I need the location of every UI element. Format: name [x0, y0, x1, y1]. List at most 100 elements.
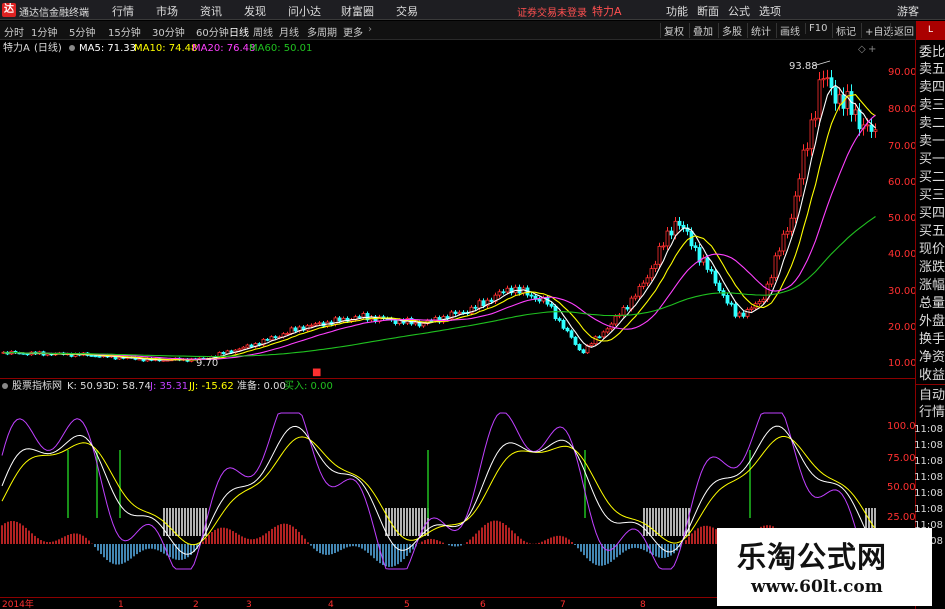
- plus-icon[interactable]: +: [868, 44, 876, 55]
- candle-body: [241, 346, 246, 350]
- period-15min[interactable]: 15分钟: [108, 24, 141, 39]
- candle-body: [393, 319, 398, 324]
- candle-body: [693, 245, 698, 248]
- draw-button[interactable]: 画线: [776, 23, 803, 38]
- x-label-4: 4: [328, 600, 334, 609]
- candle-body: [769, 277, 774, 285]
- level-indicator[interactable]: L: [916, 21, 945, 40]
- mark-button[interactable]: 标记: [832, 23, 859, 38]
- candle-body: [137, 358, 142, 361]
- rp-time: 11:08: [914, 504, 943, 515]
- diamond-icon[interactable]: ◇: [858, 44, 866, 55]
- title-bar: 达 通达信金融终端 行情 市场 资讯 发现 问小达 财富圈 交易 证券交易未登录…: [0, 0, 945, 20]
- candle-body: [757, 301, 762, 305]
- period-30min[interactable]: 30分钟: [152, 24, 185, 39]
- period-1min[interactable]: 1分钟: [31, 24, 57, 39]
- candle-body: [665, 230, 670, 247]
- rp-sell1: 卖一: [919, 134, 945, 149]
- ma10-label: MA10: 74.48: [134, 43, 197, 54]
- candle-body: [677, 220, 682, 226]
- candle-body: [737, 312, 742, 317]
- period-daily[interactable]: 日线: [229, 24, 249, 39]
- candle-body: [221, 352, 226, 355]
- candles: [1, 69, 878, 363]
- rp-auto[interactable]: 自动: [919, 388, 945, 403]
- more-chevron-icon[interactable]: ›: [368, 24, 372, 35]
- candle-body: [317, 322, 322, 325]
- period-weekly[interactable]: 周线: [253, 24, 273, 39]
- multistock-button[interactable]: 多股: [718, 23, 745, 38]
- period-60min[interactable]: 60分钟: [196, 24, 229, 39]
- candle-body: [589, 343, 594, 346]
- back-button[interactable]: 返回: [890, 23, 917, 38]
- candle-body: [625, 307, 630, 310]
- f10-button[interactable]: F10: [805, 23, 830, 34]
- candle-body: [421, 323, 426, 327]
- rp-outer: 外盘: [919, 314, 945, 329]
- candle-body: [749, 307, 754, 310]
- candle-body: [833, 87, 838, 104]
- candle-body: [733, 303, 738, 317]
- price-tick-70: 70.00: [888, 141, 915, 152]
- ma60-line: [3, 216, 876, 358]
- period-more[interactable]: 更多: [343, 24, 363, 39]
- app-title: 通达信金融终端: [19, 8, 89, 19]
- stock-name-label: 特力A: [3, 41, 30, 54]
- candle-body: [473, 306, 478, 309]
- options-button[interactable]: 选项: [759, 3, 781, 19]
- ind-tick-75: 75.00: [887, 453, 915, 464]
- formula-button[interactable]: 公式: [728, 3, 750, 19]
- period-5min[interactable]: 5分钟: [69, 24, 95, 39]
- period-multi[interactable]: 多周期: [307, 24, 337, 39]
- price-chart[interactable]: 特力A (日线) MA5: 71.33 MA10: 74.48 MA20: 76…: [0, 40, 915, 378]
- candle-body: [601, 331, 606, 338]
- fuquan-button[interactable]: 复权: [660, 23, 687, 38]
- menu-caifuquan[interactable]: 财富圈: [341, 3, 374, 19]
- candle-body: [845, 91, 850, 109]
- menu-jiaoyi[interactable]: 交易: [396, 3, 418, 19]
- menu-wenxiaoda[interactable]: 问小达: [288, 3, 321, 19]
- rp-sell3: 卖三: [919, 98, 945, 113]
- candle-body: [801, 149, 806, 180]
- candle-body: [313, 323, 318, 326]
- candle-body: [413, 321, 418, 325]
- quote-side-panel: 委比 卖五 卖四 卖三 卖二 卖一 买一 买二 买三 买四 买五 现价 涨跌 涨…: [914, 40, 945, 609]
- function-button[interactable]: 功能: [666, 3, 688, 19]
- watermark-url: www.60lt.com: [751, 577, 883, 597]
- login-status[interactable]: 证券交易未登录: [517, 4, 587, 19]
- candle-body: [581, 349, 586, 354]
- candle-body: [237, 348, 242, 351]
- price-tick-10: 10.00: [888, 358, 915, 369]
- settings-dot-icon[interactable]: [69, 45, 75, 51]
- candle-body: [745, 309, 750, 317]
- guest-button[interactable]: 游客: [897, 3, 919, 19]
- menu-faxian[interactable]: 发现: [244, 3, 266, 19]
- candle-body: [89, 355, 94, 357]
- indicator-settings-icon[interactable]: [2, 383, 8, 389]
- watermark-banner: 乐淘公式网 www.60lt.com: [717, 528, 932, 606]
- candle-body: [569, 330, 574, 338]
- menu-hangqing[interactable]: 行情: [112, 3, 134, 19]
- rp-buy4: 买四: [919, 206, 945, 221]
- overlay-button[interactable]: 叠加: [689, 23, 716, 38]
- stats-button[interactable]: 统计: [747, 23, 774, 38]
- section-button[interactable]: 断面: [697, 3, 719, 19]
- x-label-2: 2: [193, 600, 199, 609]
- period-fenshi[interactable]: 分时: [4, 24, 24, 39]
- rp-quote[interactable]: 行情: [919, 405, 945, 420]
- menu-shichang[interactable]: 市场: [156, 3, 178, 19]
- candle-body: [857, 109, 862, 130]
- candle-body: [709, 269, 714, 272]
- buy-label: 买入: 0.00: [284, 380, 333, 392]
- period-monthly[interactable]: 月线: [279, 24, 299, 39]
- candle-body: [361, 313, 366, 318]
- candle-body: [289, 327, 294, 334]
- candle-body: [853, 109, 858, 115]
- candle-body: [741, 312, 746, 317]
- event-marker-icon[interactable]: ■: [312, 367, 321, 378]
- menu-zixun[interactable]: 资讯: [200, 3, 222, 19]
- candle-body: [809, 119, 814, 150]
- title-stock-name: 特力A: [592, 5, 622, 18]
- candle-body: [249, 344, 254, 348]
- candle-body: [477, 300, 482, 309]
